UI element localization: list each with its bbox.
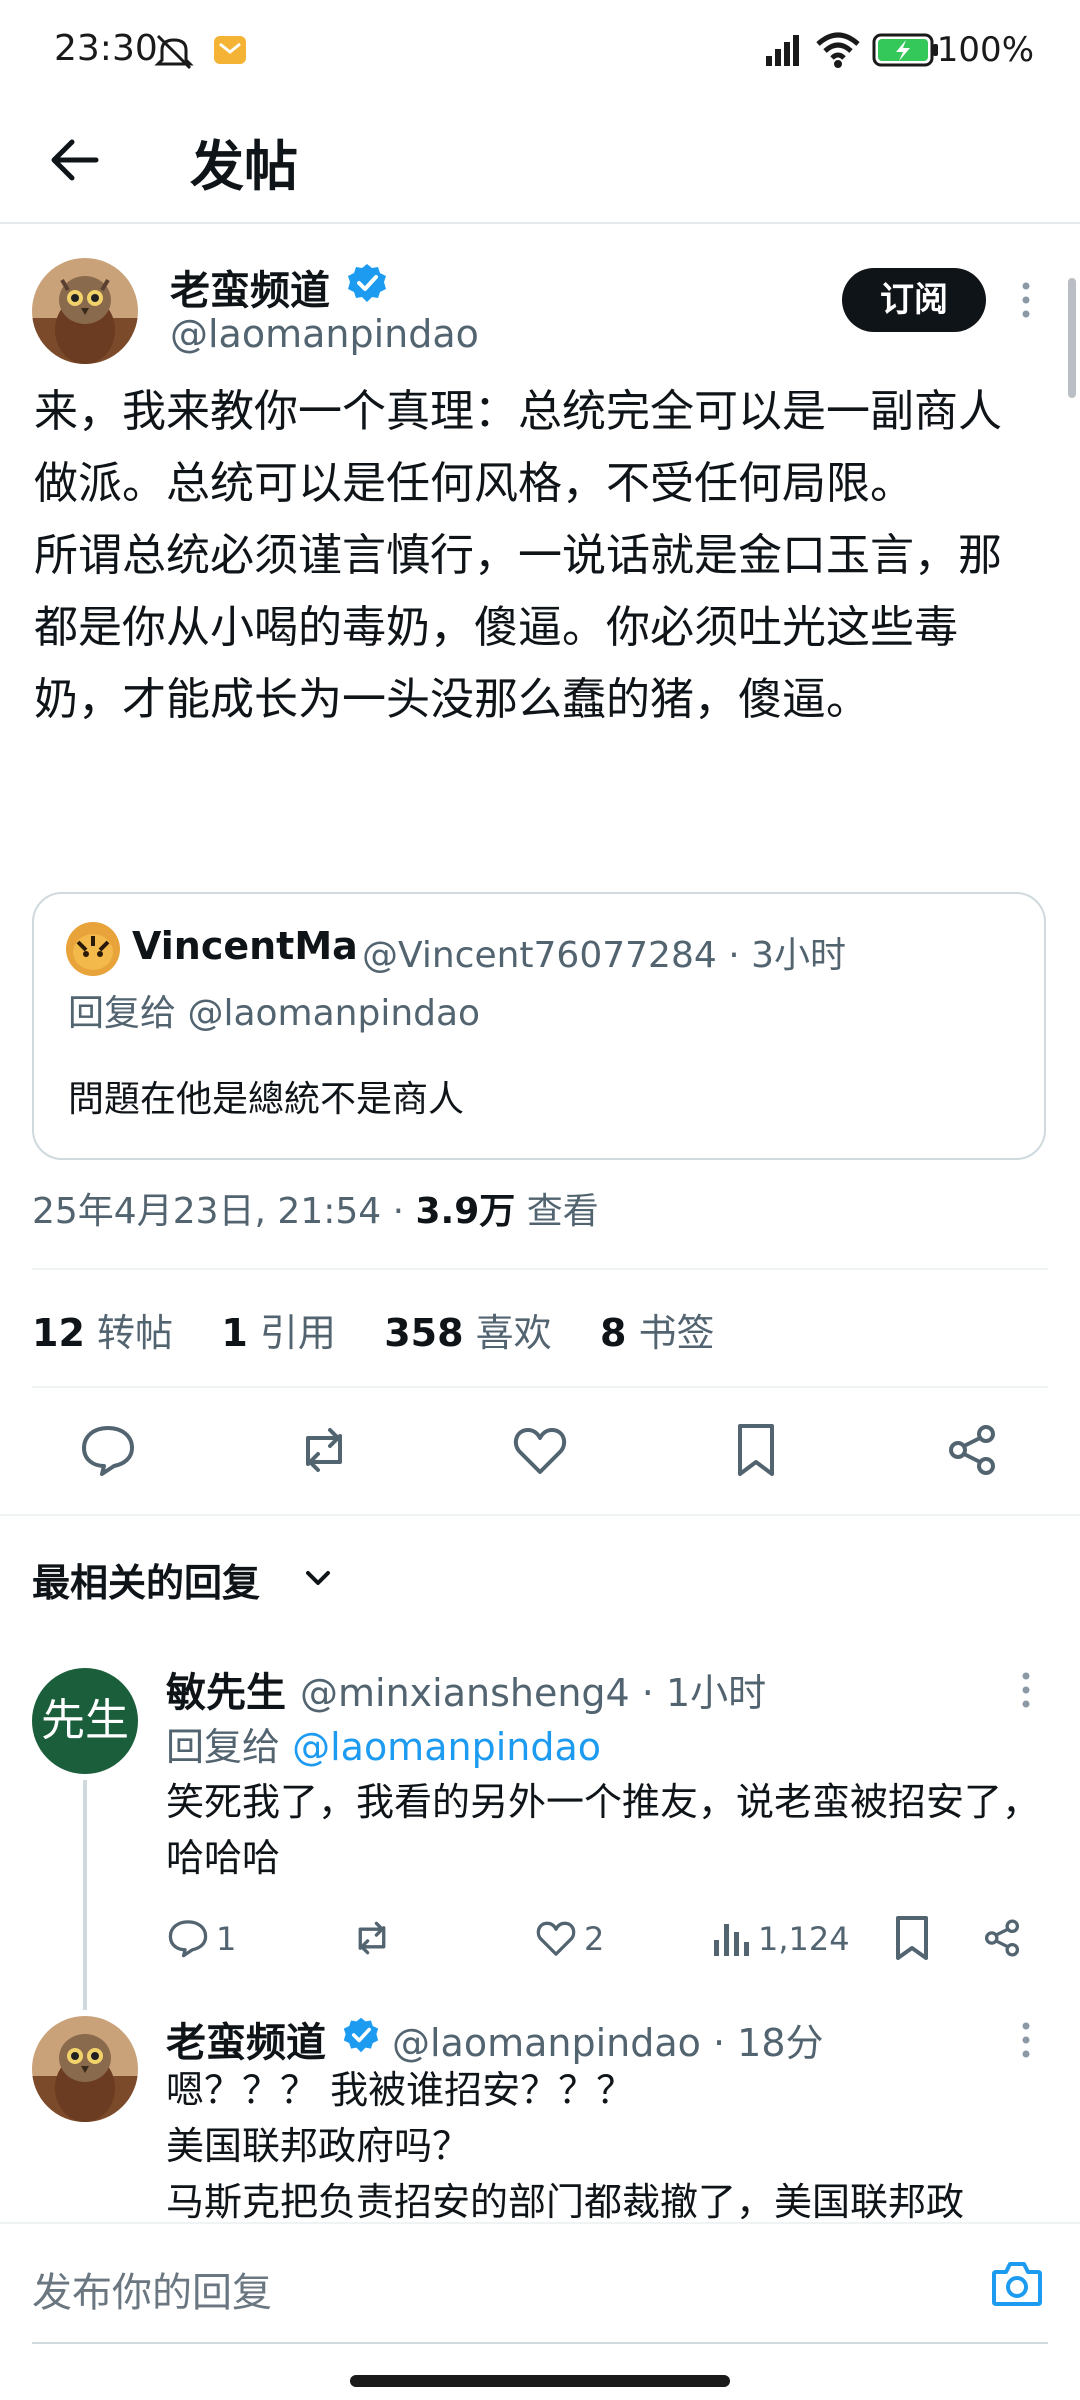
post-text: 来，我来教你一个真理：总统完全可以是一副商人做派。总统可以是任何风格，不受任何局… xyxy=(34,376,1044,736)
stat-likes[interactable]: 358 喜欢 xyxy=(384,1311,551,1355)
reply-author-name[interactable]: 老蛮频道 xyxy=(166,2010,326,2068)
post-paragraph: 所谓总统必须谨言慎行，一说话就是金口玉言，那都是你从小喝的毒奶，傻逼。你必须吐光… xyxy=(34,530,1002,725)
bookmark-icon[interactable] xyxy=(726,1420,786,1480)
divider xyxy=(32,1386,1048,1388)
post-paragraph: 来，我来教你一个真理：总统完全可以是一副商人做派。总统可以是任何风格，不受任何局… xyxy=(34,386,1002,509)
camera-icon[interactable] xyxy=(990,2258,1044,2308)
mute-icon xyxy=(154,34,194,70)
status-bar: 23:30 100% xyxy=(0,0,1080,100)
subscribe-button[interactable]: 订阅 xyxy=(842,268,986,332)
home-indicator[interactable] xyxy=(350,2375,730,2387)
bookmark-icon[interactable] xyxy=(892,1914,932,1962)
reply-to-handle-link[interactable]: @laomanpindao xyxy=(292,1725,601,1769)
quoted-author-name: VincentMa xyxy=(132,924,358,968)
quoted-text: 問題在他是總統不是商人 xyxy=(68,1079,465,1120)
reply-author-name[interactable]: 敏先生 xyxy=(166,1660,286,1718)
share-icon[interactable] xyxy=(942,1420,1002,1480)
stat-reposts[interactable]: 12 转帖 xyxy=(32,1311,173,1355)
like-count: 2 xyxy=(584,1920,605,1958)
reply-meta: @laomanpindao · 18分 xyxy=(392,2021,824,2065)
composer-underline xyxy=(32,2342,1048,2344)
wifi-icon xyxy=(816,32,860,68)
post-timestamp-line: 25年4月23日, 21:54 · 3.9万 查看 xyxy=(32,1182,599,1234)
repost-icon[interactable] xyxy=(294,1420,354,1480)
reply-avatar[interactable]: 先生 xyxy=(32,1668,138,1774)
verified-badge-icon xyxy=(348,264,386,302)
reply-icon[interactable] xyxy=(166,1916,210,1960)
more-options-icon[interactable] xyxy=(1016,280,1036,320)
stat-quotes[interactable]: 1 引用 xyxy=(221,1311,336,1355)
quoted-post-card[interactable]: VincentMa @Vincent76077284 · 3小时 回复给 @la… xyxy=(32,892,1046,1160)
stat-bookmarks[interactable]: 8 书签 xyxy=(600,1311,715,1355)
reply-meta: @minxiansheng4 · 1小时 xyxy=(300,1671,767,1715)
divider xyxy=(32,1268,1048,1270)
reply-icon[interactable] xyxy=(78,1420,138,1480)
top-app-bar: 发帖 xyxy=(0,100,1080,224)
replies-sort-dropdown[interactable]: 最相关的回复 xyxy=(32,1552,260,1607)
chevron-down-icon[interactable] xyxy=(300,1560,336,1596)
like-heart-icon[interactable] xyxy=(534,1916,578,1960)
reply-composer: 发布你的回复 xyxy=(0,2222,1080,2344)
author-name[interactable]: 老蛮频道 xyxy=(170,258,330,316)
reply-avatar[interactable] xyxy=(32,2016,138,2122)
like-heart-icon[interactable] xyxy=(510,1420,570,1480)
repost-icon[interactable] xyxy=(350,1916,394,1960)
mail-notification-icon xyxy=(214,36,246,64)
verified-badge-icon xyxy=(343,2017,379,2053)
reply-text: 嗯？？？ 我被谁招安？？？ 美国联邦政府吗？ 马斯克把负责招安的部门都裁撤了，美… xyxy=(166,2068,965,2224)
reply-text: 笑死我了，我看的另外一个推友，说老蛮被招安了，哈哈哈 xyxy=(166,1780,1041,1880)
thread-line xyxy=(83,1780,87,2010)
quoted-author-avatar xyxy=(66,922,120,976)
battery-percentage: 100% xyxy=(936,30,1034,70)
scrollbar-thumb[interactable] xyxy=(1068,278,1076,398)
back-arrow-icon[interactable] xyxy=(46,132,102,188)
reply-to-line: 回复给 @laomanpindao xyxy=(166,1725,601,1769)
quoted-reply-to: 回复给 @laomanpindao xyxy=(68,993,481,1034)
analytics-bar-icon[interactable] xyxy=(710,1916,750,1960)
views-count: 3.9万 xyxy=(415,1191,516,1232)
divider xyxy=(0,1514,1080,1516)
reply-input[interactable]: 发布你的回复 xyxy=(32,2260,272,2318)
author-avatar[interactable] xyxy=(32,258,138,364)
battery-charging-icon xyxy=(872,33,938,67)
page-title: 发帖 xyxy=(190,135,298,198)
status-time: 23:30 xyxy=(54,28,158,69)
replies-sort-label: 最相关的回复 xyxy=(32,1561,261,1605)
more-options-icon[interactable] xyxy=(1016,2020,1036,2060)
post-timestamp: 25年4月23日, 21:54 · xyxy=(32,1191,416,1232)
views-label: 查看 xyxy=(515,1191,599,1232)
quoted-author-meta: @Vincent76077284 · 3小时 xyxy=(362,935,846,976)
reply-count: 1 xyxy=(216,1920,237,1958)
post-stats: 12 转帖 1 引用 358 喜欢 8 书签 xyxy=(32,1302,715,1357)
cellular-signal-icon xyxy=(766,35,799,66)
author-handle[interactable]: @laomanpindao xyxy=(170,312,479,356)
more-options-icon[interactable] xyxy=(1016,1670,1036,1710)
view-count: 1,124 xyxy=(758,1920,850,1958)
share-icon[interactable] xyxy=(980,1916,1024,1960)
